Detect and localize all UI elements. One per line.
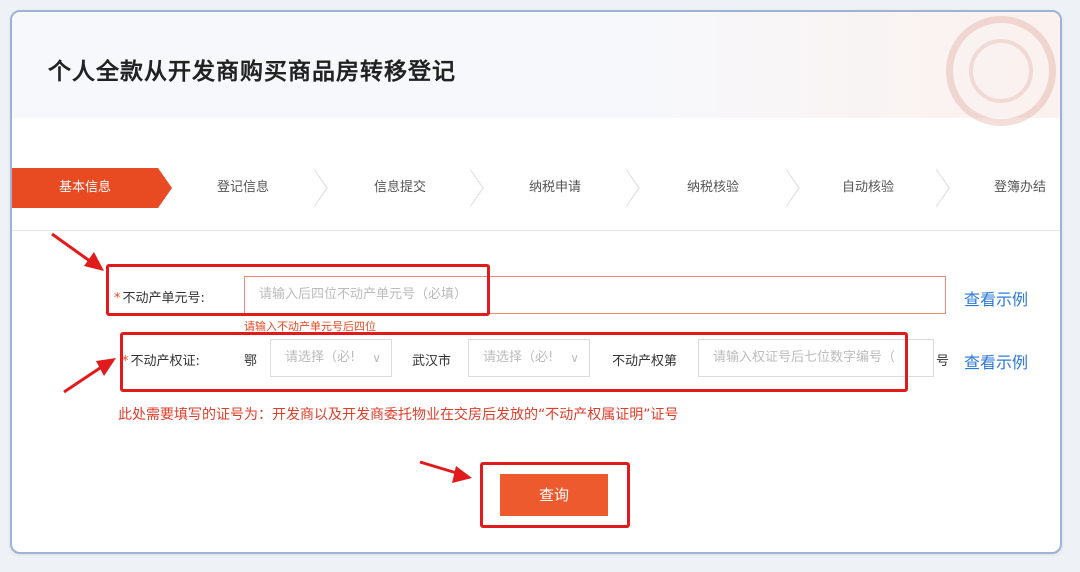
unit-example-link[interactable]: 查看示例 bbox=[964, 286, 1028, 310]
annotation-box-cert bbox=[120, 332, 908, 392]
step-progress-bar: 基本信息 登记信息 信息提交 纳税申请 纳税核验 自动核验 登簿办结 bbox=[12, 168, 1060, 208]
page-header: 个人全款从开发商购买商品房转移登记 bbox=[12, 12, 1060, 126]
annotation-box-unit bbox=[106, 264, 490, 316]
step-info-submit[interactable]: 信息提交 bbox=[328, 168, 472, 208]
annotation-box-query bbox=[480, 462, 630, 528]
step-basic-info[interactable]: 基本信息 bbox=[12, 168, 158, 208]
emblem-watermark-icon bbox=[946, 16, 1056, 126]
main-card: 个人全款从开发商购买商品房转移登记 基本信息 登记信息 信息提交 纳税申请 纳税… bbox=[10, 10, 1062, 554]
cert-notice-text: 此处需要填写的证号为：开发商以及开发商委托物业在交房后发放的“不动产权属证明”证… bbox=[118, 407, 679, 423]
cert-suffix: 号 bbox=[936, 354, 950, 369]
step-tax-application[interactable]: 纳税申请 bbox=[484, 168, 626, 208]
section-divider bbox=[12, 230, 1060, 231]
step-tax-verification[interactable]: 纳税核验 bbox=[640, 168, 786, 208]
step-register-complete[interactable]: 登簿办结 bbox=[950, 168, 1060, 208]
step-arrow bbox=[158, 168, 172, 208]
cert-example-link[interactable]: 查看示例 bbox=[964, 349, 1028, 373]
step-registration-info[interactable]: 登记信息 bbox=[172, 168, 314, 208]
page-title: 个人全款从开发商购买商品房转移登记 bbox=[48, 59, 456, 85]
step-auto-verification[interactable]: 自动核验 bbox=[800, 168, 936, 208]
